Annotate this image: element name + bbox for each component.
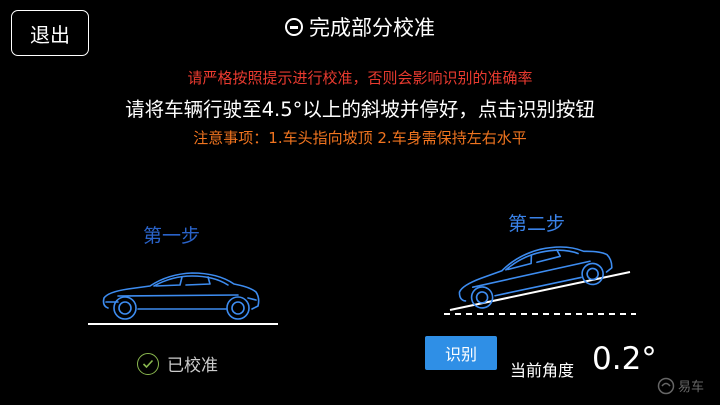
- instruction-message: 请将车辆行驶至4.5°以上的斜坡并停好，点击识别按钮: [125, 98, 595, 121]
- watermark: 易车: [657, 376, 704, 395]
- current-angle-label: 当前角度: [510, 361, 575, 380]
- watermark-text: 易车: [678, 380, 705, 395]
- car-flat-illustration: [88, 272, 278, 325]
- note-message: 注意事项：1.车头指向坡顶 2.车身需保持左右水平: [193, 129, 527, 147]
- minus-circle-icon: [285, 18, 303, 36]
- car-slope-illustration: [444, 246, 636, 315]
- calibrated-status: 已校准: [137, 351, 218, 376]
- page-title: 完成部分校准: [0, 12, 720, 42]
- step1-title: 第一步: [143, 225, 201, 247]
- page-title-text: 完成部分校准: [309, 16, 435, 40]
- identify-button[interactable]: 识别: [425, 336, 497, 370]
- current-angle-value: 0.2°: [592, 341, 657, 377]
- calibrated-status-text: 已校准: [167, 356, 218, 376]
- check-circle-icon: [137, 352, 159, 375]
- warning-message: 请严格按照提示进行校准，否则会影响识别的准确率: [187, 69, 533, 87]
- watermark-logo-icon: [657, 377, 675, 394]
